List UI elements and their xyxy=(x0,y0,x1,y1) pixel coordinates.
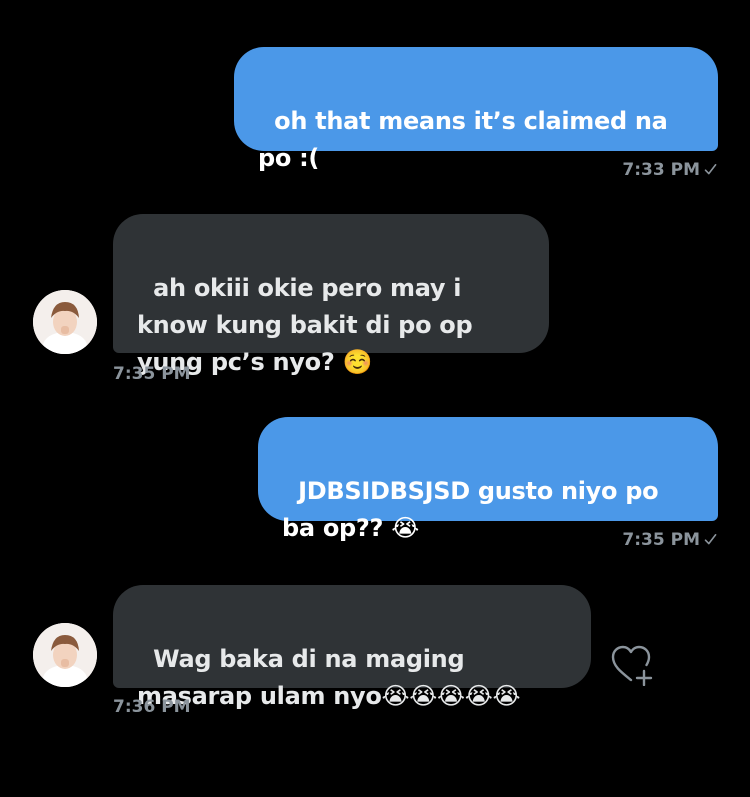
message-bubble-received[interactable]: Wag baka di na maging masarap ulam nyo😭😭… xyxy=(113,585,591,710)
avatar-image xyxy=(33,623,97,687)
timestamp-text: 7:36 PM xyxy=(113,697,191,717)
avatar-image xyxy=(33,290,97,354)
message-text: Wag baka di na maging masarap ulam nyo😭😭… xyxy=(137,645,521,710)
message-bubble-received[interactable]: ah okiii okie pero may i know kung bakit… xyxy=(113,214,549,376)
message-text: oh that means it’s claimed na po :( xyxy=(258,107,676,172)
message-text: ah okiii okie pero may i know kung bakit… xyxy=(137,274,481,376)
timestamp-text: 7:33 PM xyxy=(622,160,700,180)
message-timestamp: 7:35 PM xyxy=(113,364,191,384)
message-bubble-sent[interactable]: JDBSIDBSJSD gusto niyo po ba op?? 😭 xyxy=(258,417,718,542)
checkmark-icon xyxy=(704,164,717,175)
timestamp-text: 7:35 PM xyxy=(113,364,191,384)
message-bubble-sent[interactable]: oh that means it’s claimed na po :( xyxy=(234,47,718,172)
timestamp-text: 7:35 PM xyxy=(622,530,700,550)
user-avatar[interactable] xyxy=(33,290,97,354)
message-timestamp: 7:33 PM xyxy=(622,160,717,180)
message-text: JDBSIDBSJSD gusto niyo po ba op?? 😭 xyxy=(282,477,667,542)
user-avatar[interactable] xyxy=(33,623,97,687)
checkmark-icon xyxy=(704,534,717,545)
heart-add-icon[interactable] xyxy=(607,644,655,686)
message-timestamp: 7:36 PM xyxy=(113,697,191,717)
message-timestamp: 7:35 PM xyxy=(622,530,717,550)
